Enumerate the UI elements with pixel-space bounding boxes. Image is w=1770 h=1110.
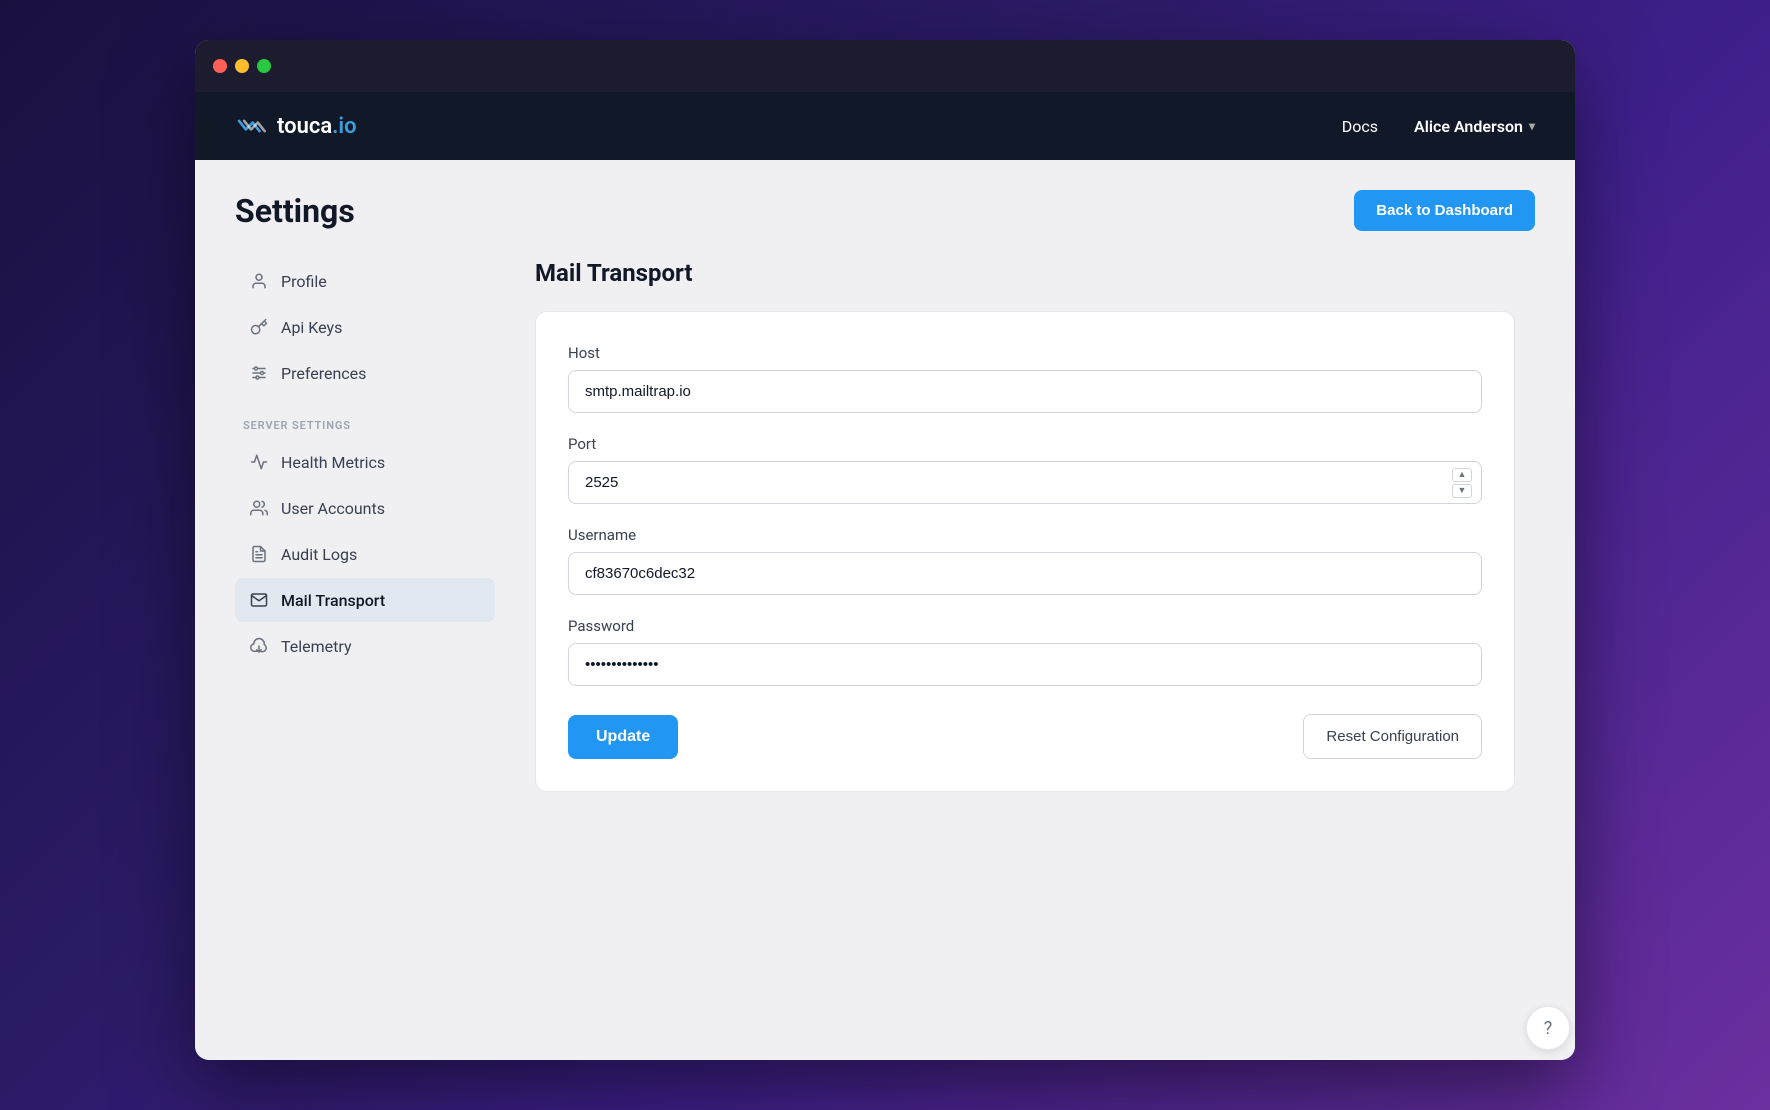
logo-icon bbox=[235, 114, 267, 138]
user-menu[interactable]: Alice Anderson ▾ bbox=[1414, 117, 1535, 136]
brand-touca: touca bbox=[277, 114, 332, 139]
settings-body: Profile Api Keys bbox=[235, 259, 1535, 1030]
maximize-button[interactable] bbox=[257, 59, 271, 73]
user-name: Alice Anderson bbox=[1414, 117, 1523, 136]
content-panel: Mail Transport Host Port ▲ bbox=[515, 259, 1535, 1030]
help-button[interactable]: ? bbox=[1526, 1006, 1570, 1050]
panel-title: Mail Transport bbox=[535, 259, 1515, 287]
main-content: Settings Back to Dashboard Profile bbox=[195, 160, 1575, 1060]
app-window: touca.io Docs Alice Anderson ▾ Settings … bbox=[195, 40, 1575, 1060]
port-label: Port bbox=[568, 435, 1482, 453]
sidebar-item-user-accounts[interactable]: User Accounts bbox=[235, 486, 495, 530]
form-actions: Update Reset Configuration bbox=[568, 714, 1482, 759]
brand-text: touca.io bbox=[277, 114, 357, 139]
port-spinners: ▲ ▼ bbox=[1452, 468, 1472, 498]
username-label: Username bbox=[568, 526, 1482, 544]
sidebar-item-label: Profile bbox=[281, 272, 327, 291]
close-button[interactable] bbox=[213, 59, 227, 73]
user-icon bbox=[249, 271, 269, 291]
host-label: Host bbox=[568, 344, 1482, 362]
sidebar-item-label: Mail Transport bbox=[281, 591, 385, 610]
mail-icon bbox=[249, 590, 269, 610]
sidebar-item-health-metrics[interactable]: Health Metrics bbox=[235, 440, 495, 484]
sidebar-item-telemetry[interactable]: Telemetry bbox=[235, 624, 495, 668]
sidebar-item-profile[interactable]: Profile bbox=[235, 259, 495, 303]
brand-logo[interactable]: touca.io bbox=[235, 114, 357, 139]
sidebar-item-label: Health Metrics bbox=[281, 453, 385, 472]
sidebar-item-mail-transport[interactable]: Mail Transport bbox=[235, 578, 495, 622]
file-text-icon bbox=[249, 544, 269, 564]
port-input-wrapper: ▲ ▼ bbox=[568, 461, 1482, 504]
sidebar-item-label: Audit Logs bbox=[281, 545, 357, 564]
password-label: Password bbox=[568, 617, 1482, 635]
key-icon bbox=[249, 317, 269, 337]
settings-header: Settings Back to Dashboard bbox=[235, 190, 1535, 231]
sliders-icon bbox=[249, 363, 269, 383]
update-button[interactable]: Update bbox=[568, 715, 678, 759]
username-input[interactable] bbox=[568, 552, 1482, 595]
cloud-icon bbox=[249, 636, 269, 656]
password-input[interactable] bbox=[568, 643, 1482, 686]
navbar-right: Docs Alice Anderson ▾ bbox=[1342, 117, 1535, 136]
titlebar bbox=[195, 40, 1575, 92]
sidebar-item-label: Telemetry bbox=[281, 637, 352, 656]
port-decrement-button[interactable]: ▼ bbox=[1452, 484, 1472, 498]
sidebar: Profile Api Keys bbox=[235, 259, 515, 1030]
navbar: touca.io Docs Alice Anderson ▾ bbox=[195, 92, 1575, 160]
users-icon bbox=[249, 498, 269, 518]
activity-icon bbox=[249, 452, 269, 472]
password-field-group: Password bbox=[568, 617, 1482, 686]
sidebar-item-api-keys[interactable]: Api Keys bbox=[235, 305, 495, 349]
back-to-dashboard-button[interactable]: Back to Dashboard bbox=[1354, 190, 1535, 231]
sidebar-item-label: Preferences bbox=[281, 364, 366, 383]
server-settings-label: SERVER SETTINGS bbox=[235, 419, 495, 432]
username-field-group: Username bbox=[568, 526, 1482, 595]
sidebar-item-audit-logs[interactable]: Audit Logs bbox=[235, 532, 495, 576]
sidebar-item-label: User Accounts bbox=[281, 499, 385, 518]
reset-configuration-button[interactable]: Reset Configuration bbox=[1303, 714, 1482, 759]
host-input[interactable] bbox=[568, 370, 1482, 413]
sidebar-item-label: Api Keys bbox=[281, 318, 342, 337]
host-field-group: Host bbox=[568, 344, 1482, 413]
docs-link[interactable]: Docs bbox=[1342, 117, 1378, 136]
chevron-down-icon: ▾ bbox=[1529, 119, 1535, 133]
sidebar-item-preferences[interactable]: Preferences bbox=[235, 351, 495, 395]
port-increment-button[interactable]: ▲ bbox=[1452, 468, 1472, 482]
port-field-group: Port ▲ ▼ bbox=[568, 435, 1482, 504]
brand-io: .io bbox=[332, 114, 356, 139]
page-title: Settings bbox=[235, 192, 355, 230]
port-input[interactable] bbox=[568, 461, 1482, 504]
mail-transport-form: Host Port ▲ ▼ bbox=[535, 311, 1515, 792]
minimize-button[interactable] bbox=[235, 59, 249, 73]
